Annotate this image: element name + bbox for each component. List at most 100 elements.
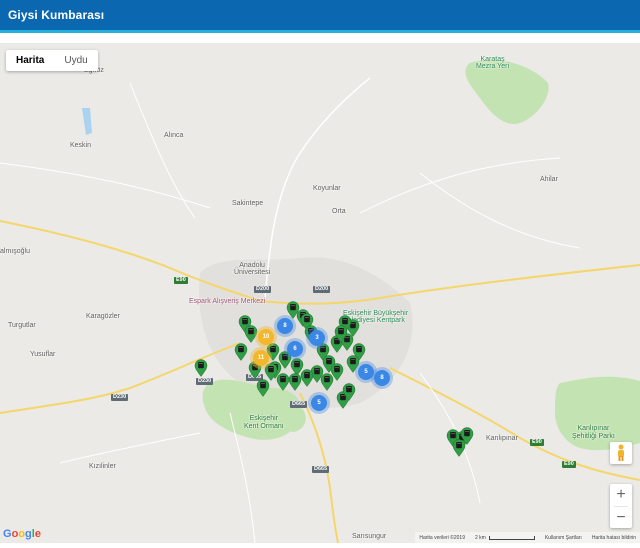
app-title: Giysi Kumbarası	[8, 8, 105, 22]
clothing-bin-icon	[304, 372, 310, 379]
place-anadolu: Anadolu Üniversitesi	[234, 262, 271, 276]
cluster-marker[interactable]: 5	[358, 364, 374, 380]
clothing-bin-icon	[324, 376, 330, 383]
place-turgutlar: Turgutlar	[8, 322, 36, 329]
road-shield-e90-mid: E90	[530, 439, 544, 446]
clothing-bin-marker[interactable]	[234, 343, 248, 361]
zoom-control: + −	[610, 484, 632, 528]
clothing-bin-marker[interactable]	[194, 359, 208, 377]
clothing-bin-marker[interactable]	[288, 373, 302, 391]
app-header: Giysi Kumbarası	[0, 0, 640, 33]
map-pin-icon	[334, 325, 348, 343]
clothing-bin-icon	[238, 346, 244, 353]
google-logo[interactable]: Google	[3, 528, 41, 540]
map-pin-icon	[342, 383, 356, 401]
place-yusuflar: Yusuflar	[30, 351, 56, 358]
zoom-out-button[interactable]: −	[610, 507, 632, 529]
place-keskin: Keskin	[70, 142, 92, 149]
scale-bar-line	[488, 535, 535, 540]
google-logo-letter: g	[25, 528, 32, 540]
road-shield-d230-b: D230	[111, 394, 129, 401]
place-kanlipinar-sehitligi: Kanlıpınar Şehitliği Parkı	[572, 425, 615, 440]
google-logo-letter: e	[34, 528, 41, 540]
place-almisoglu: almışoğlu	[0, 248, 30, 255]
clothing-bin-icon	[334, 366, 340, 373]
place-sarisungur: Sarısungur	[352, 533, 387, 540]
clothing-bin-icon	[342, 318, 348, 325]
clothing-bin-marker[interactable]	[452, 439, 466, 457]
clothing-bin-icon	[338, 328, 344, 335]
road-shield-d230-a: D230	[196, 378, 214, 385]
clothing-bin-icon	[456, 442, 462, 449]
clothing-bin-marker[interactable]	[244, 325, 258, 343]
place-alinca: Alınca	[164, 132, 184, 139]
report-error-link[interactable]: Harita hatası bildirin	[592, 535, 636, 541]
map-pin-icon	[194, 359, 208, 377]
clothing-bin-icon	[260, 382, 266, 389]
clothing-bin-icon	[356, 346, 362, 353]
clothing-bin-icon	[242, 318, 248, 325]
clothing-bin-icon	[290, 304, 296, 311]
cluster-marker[interactable]: 5	[311, 395, 327, 411]
clothing-bin-icon	[320, 346, 326, 353]
zoom-in-button[interactable]: +	[610, 484, 632, 506]
road-shield-e90-west: E90	[174, 277, 188, 284]
clothing-bin-icon	[292, 376, 298, 383]
map-data-label: Harita verileri ©2019	[419, 534, 465, 541]
road-shield-d665-b: D665	[290, 401, 308, 408]
map-pin-icon	[256, 379, 270, 397]
cluster-marker[interactable]: 10	[258, 329, 274, 345]
cluster-marker[interactable]: 3	[309, 330, 325, 346]
place-ahilar: Ahilar	[540, 176, 558, 183]
road-shield-d665-c: D665	[312, 466, 330, 473]
clothing-bin-icon	[314, 368, 320, 375]
cluster-marker[interactable]: 8	[277, 318, 293, 334]
map-type-control: Harita Uydu	[6, 50, 98, 71]
clothing-bin-marker[interactable]	[334, 325, 348, 343]
clothing-bin-icon	[350, 358, 356, 365]
clothing-bin-marker[interactable]	[256, 379, 270, 397]
clothing-bin-icon	[268, 366, 274, 373]
scale-bar[interactable]: 2 km	[475, 535, 535, 541]
clothing-bin-icon	[346, 386, 352, 393]
place-karagozler: Karagözler	[86, 313, 120, 320]
map-type-satellite-button[interactable]: Uydu	[54, 50, 97, 71]
map-attribution: Harita verileri ©2019 2 km Kullanım Şart…	[415, 532, 640, 543]
pegman-icon	[618, 444, 624, 461]
road-shield-d200-b: D200	[313, 286, 331, 293]
clothing-bin-icon	[198, 362, 204, 369]
terms-link[interactable]: Kullanım Şartları	[545, 535, 582, 541]
map[interactable]: Eğriöz Karataş Mezra Yeri Alınca Keskin …	[0, 43, 640, 543]
clothing-bin-marker[interactable]	[300, 369, 314, 387]
road-shield-e90-east: E90	[562, 461, 576, 468]
pegman-button[interactable]	[610, 442, 632, 464]
cluster-marker[interactable]: 8	[374, 370, 390, 386]
clothing-bin-marker[interactable]	[286, 301, 300, 319]
place-espark: Espark Alışveriş Merkezi	[189, 298, 266, 305]
place-orta: Orta	[332, 208, 346, 215]
cluster-marker[interactable]: 6	[287, 341, 303, 357]
cluster-marker[interactable]: 11	[253, 350, 269, 366]
road-shield-d200-a: D200	[254, 286, 272, 293]
clothing-bin-icon	[304, 316, 310, 323]
map-pin-icon	[244, 325, 258, 343]
clothing-bin-icon	[464, 430, 470, 437]
place-sakintepe: Sakintepe	[232, 200, 264, 207]
place-koyunlar: Koyunlar	[313, 185, 341, 192]
map-type-map-button[interactable]: Harita	[6, 50, 54, 71]
clothing-bin-icon	[280, 376, 286, 383]
map-pin-icon	[452, 439, 466, 457]
map-pin-icon	[276, 373, 290, 391]
map-pin-icon	[300, 369, 314, 387]
place-karatas: Karataş Mezra Yeri	[476, 56, 510, 70]
clothing-bin-marker[interactable]	[342, 383, 356, 401]
clothing-bin-icon	[282, 354, 288, 361]
place-kanlipinar: Kanlıpınar	[486, 435, 518, 442]
place-kizilinler: Kızılinler	[89, 463, 116, 470]
place-kent-ormani: Eskişehir Kent Ormanı	[244, 415, 284, 430]
clothing-bin-icon	[270, 346, 276, 353]
map-pin-icon	[234, 343, 248, 361]
map-pin-icon	[288, 373, 302, 391]
clothing-bin-icon	[294, 361, 300, 368]
clothing-bin-marker[interactable]	[276, 373, 290, 391]
